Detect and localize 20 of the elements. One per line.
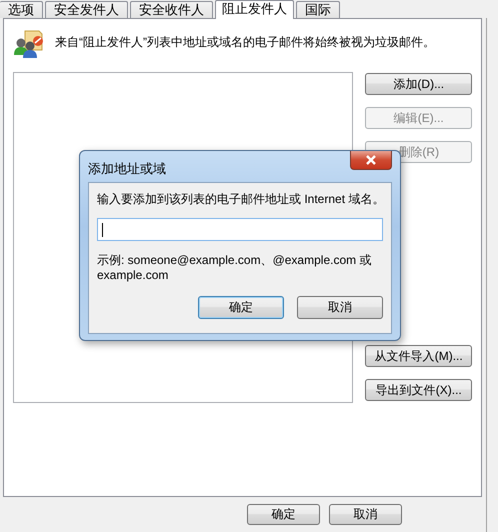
close-button[interactable] (350, 151, 392, 170)
side-button[interactable]: 添加(D)... (365, 73, 472, 95)
tab[interactable]: 国际 (296, 1, 340, 18)
tab[interactable]: 安全发件人 (45, 1, 128, 18)
dialog-title: 添加地址或域 (88, 160, 166, 178)
tab[interactable]: 安全收件人 (130, 1, 213, 18)
dialog-button[interactable]: 确定 (198, 296, 284, 319)
side-button[interactable]: 导出到文件(X)... (365, 379, 472, 401)
prompt-text: 输入要添加到该列表的电子邮件地址或 Internet 域名。 (97, 191, 383, 208)
example-text: 示例: someone@example.com、@example.com 或 example.com (97, 253, 372, 283)
dialog-button[interactable]: 取消 (329, 504, 402, 525)
dialog-button[interactable]: 确定 (247, 504, 320, 525)
close-icon (365, 155, 377, 165)
tab[interactable]: 选项 (0, 1, 43, 18)
side-button[interactable]: 从文件导入(M)... (365, 345, 472, 367)
tab[interactable]: 阻止发件人 (215, 0, 294, 19)
dialog-button[interactable]: 取消 (297, 296, 383, 319)
address-input-field[interactable] (97, 218, 383, 241)
blocked-users-icon (13, 29, 45, 59)
description-text: 来自“阻止发件人”列表中地址或域名的电子邮件将始终被视为垃圾邮件。 (55, 34, 435, 51)
